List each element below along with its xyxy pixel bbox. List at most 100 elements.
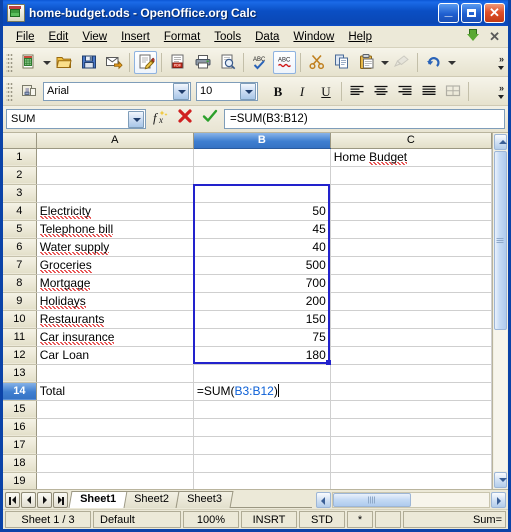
scroll-up-button[interactable] [493,134,507,150]
scroll-right-button[interactable] [491,491,506,508]
menu-file[interactable]: File [9,29,42,45]
cell-B18[interactable] [193,454,331,473]
cell-C11[interactable] [330,328,492,347]
autospellcheck-button[interactable]: ABC [273,50,296,74]
vertical-scroll-thumb[interactable] [493,151,507,331]
paste-button[interactable] [355,51,378,74]
cell-B3[interactable] [193,184,331,203]
styles-and-formatting-button[interactable] [17,80,40,103]
cell-C6[interactable] [330,238,492,257]
cell-A13[interactable] [36,364,194,383]
cell-B11[interactable]: 75 [193,328,331,347]
row-header-3[interactable]: 3 [3,184,37,203]
new-document-button[interactable] [17,51,40,74]
cell-B14[interactable]: =SUM(B3:B12) [193,382,331,401]
row-header-14[interactable]: 14 [3,382,37,401]
bold-button[interactable]: B [267,80,289,102]
print-file-button[interactable] [191,51,214,74]
cell-B17[interactable] [193,436,331,455]
menu-view[interactable]: View [75,29,114,45]
name-box[interactable]: SUM [6,109,146,129]
maximize-button[interactable] [461,3,482,23]
scroll-left-button[interactable] [316,491,331,508]
align-left-button[interactable] [346,80,368,102]
underline-button[interactable]: U [315,80,337,102]
horizontal-scroll-thumb[interactable] [333,492,411,507]
cut-button[interactable] [305,51,328,74]
first-sheet-button[interactable] [5,491,20,508]
menu-window[interactable]: Window [286,29,341,45]
cell-B2[interactable] [193,166,331,185]
cell-A9[interactable]: Holidays [36,292,194,311]
cell-A18[interactable] [36,454,194,473]
close-document-button[interactable]: ✕ [489,29,500,45]
italic-button[interactable]: I [291,80,313,102]
row-header-13[interactable]: 13 [3,364,37,383]
edit-file-button[interactable] [134,50,157,74]
cell-B5[interactable]: 45 [193,220,331,239]
cell-A15[interactable] [36,400,194,419]
cell-C1[interactable]: Home Budget [330,148,492,167]
cell-C15[interactable] [330,400,492,419]
align-center-button[interactable] [370,80,392,102]
standard-toolbar-overflow[interactable]: » [494,49,508,76]
cell-C5[interactable] [330,220,492,239]
cell-B1[interactable] [193,148,331,167]
row-header-9[interactable]: 9 [3,292,37,311]
cell-C13[interactable] [330,364,492,383]
font-size-dropdown-icon[interactable] [240,82,256,100]
copy-button[interactable] [330,51,353,74]
column-header-c[interactable]: C [330,133,492,149]
row-header-6[interactable]: 6 [3,238,37,257]
align-justify-button[interactable] [418,80,440,102]
cell-A16[interactable] [36,418,194,437]
cell-B13[interactable] [193,364,331,383]
font-name-dropdown-icon[interactable] [173,82,189,100]
select-all-corner[interactable] [3,133,37,149]
cell-C18[interactable] [330,454,492,473]
save-document-button[interactable] [77,51,100,74]
font-name-combobox[interactable]: Arial [43,81,191,101]
cell-B19[interactable] [193,472,331,489]
cell-C17[interactable] [330,436,492,455]
cell-C3[interactable] [330,184,492,203]
cell-B9[interactable]: 200 [193,292,331,311]
cell-C8[interactable] [330,274,492,293]
cell-A1[interactable] [36,148,194,167]
email-document-button[interactable] [102,51,125,74]
menu-data[interactable]: Data [248,29,286,45]
row-header-19[interactable]: 19 [3,472,37,489]
sheet-tab-sheet1[interactable]: Sheet1 [68,491,128,508]
open-document-button[interactable] [52,51,75,74]
row-header-10[interactable]: 10 [3,310,37,329]
sheet-grid[interactable]: A B C 1 Home Budget 2 3 4 Electricity 50 5 Telep… [3,133,492,489]
cell-B4[interactable]: 50 [193,202,331,221]
font-size-combobox[interactable]: 10 [196,81,258,101]
cell-A5[interactable]: Telephone bill [36,220,194,239]
cell-B15[interactable] [193,400,331,419]
undo-dropdown[interactable] [446,51,456,74]
minimize-button[interactable]: _ [438,3,459,23]
cell-C7[interactable] [330,256,492,275]
cell-A12[interactable]: Car Loan [36,346,194,365]
accept-formula-button[interactable] [199,108,221,130]
row-header-5[interactable]: 5 [3,220,37,239]
status-selection-mode[interactable]: STD [299,511,345,528]
last-sheet-button[interactable] [53,491,68,508]
formatting-toolbar-overflow[interactable]: » [494,78,508,105]
vertical-scrollbar[interactable] [491,133,508,489]
cell-A17[interactable] [36,436,194,455]
horizontal-scroll-track[interactable] [332,491,490,508]
previous-sheet-button[interactable] [21,491,36,508]
status-insert-mode[interactable]: INSRT [241,511,297,528]
cell-A3[interactable] [36,184,194,203]
cell-C4[interactable] [330,202,492,221]
menu-tools[interactable]: Tools [207,29,248,45]
next-sheet-button[interactable] [37,491,52,508]
menu-help[interactable]: Help [341,29,379,45]
column-header-a[interactable]: A [36,133,194,149]
status-page-style[interactable]: Default [93,511,181,528]
name-box-dropdown-icon[interactable] [128,110,144,128]
cell-C14[interactable] [330,382,492,401]
row-header-11[interactable]: 11 [3,328,37,347]
